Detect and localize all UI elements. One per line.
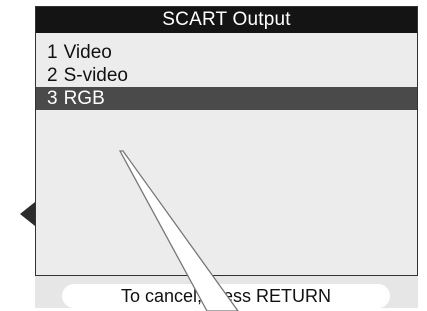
- scart-output-menu: SCART Output 1 Video 2 S-video 3 RGB: [35, 6, 418, 276]
- menu-item-video[interactable]: 1 Video: [36, 41, 417, 64]
- menu-item-number: 3: [47, 88, 58, 109]
- menu-title: SCART Output: [36, 7, 417, 33]
- menu-item-s-video[interactable]: 2 S-video: [36, 64, 417, 87]
- menu-item-rgb[interactable]: 3 RGB: [36, 87, 417, 110]
- tv-screen: SCART Output 1 Video 2 S-video 3 RGB To can…: [0, 0, 427, 311]
- menu-item-label: RGB: [63, 88, 105, 109]
- menu-options: 1 Video 2 S-video 3 RGB: [36, 41, 417, 110]
- menu-item-number: 2: [47, 65, 58, 86]
- menu-item-number: 1: [47, 42, 58, 63]
- menu-item-label: Video: [63, 42, 112, 63]
- menu-item-label: S-video: [63, 65, 128, 86]
- status-text: To cancel, press RETURN: [120, 286, 332, 306]
- triangle-left-icon[interactable]: [20, 202, 35, 226]
- status-bar: To cancel, press RETURN: [62, 284, 390, 308]
